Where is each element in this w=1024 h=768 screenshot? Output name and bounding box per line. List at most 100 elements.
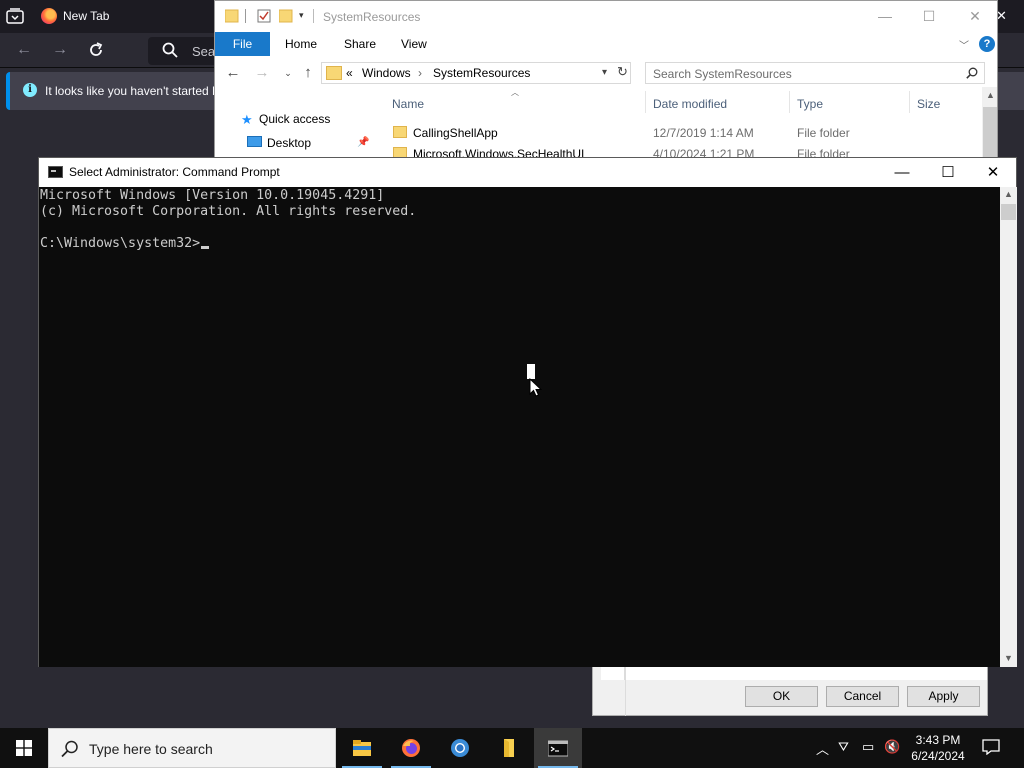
address-bar[interactable]: « Windows › SystemResources ▾ <box>321 62 631 84</box>
start-button[interactable] <box>0 728 48 768</box>
close-button[interactable]: ✕ <box>965 8 985 24</box>
properties-icon[interactable] <box>257 9 271 23</box>
console-prompt-line: C:\Windows\system32> <box>40 236 210 252</box>
close-button[interactable]: ✕ <box>970 162 1016 184</box>
address-dropdown-icon[interactable]: ▾ <box>602 67 607 78</box>
search-icon <box>162 42 178 58</box>
taskbar-command-prompt[interactable] <box>534 728 582 768</box>
customize-toolbar-icon[interactable]: ▾ <box>299 10 304 21</box>
tab-new-tab[interactable]: New Tab <box>33 0 223 33</box>
command-prompt-window: Select Administrator: Command Prompt — ☐… <box>38 157 1017 667</box>
firefox-icon <box>402 739 420 757</box>
breadcrumb-separator-icon: › <box>418 66 422 80</box>
breadcrumb-windows[interactable]: Windows <box>362 66 411 80</box>
chrome-icon <box>451 739 469 757</box>
window-title: Select Administrator: Command Prompt <box>69 165 280 179</box>
console-line: (c) Microsoft Corporation. All rights re… <box>40 204 417 219</box>
tab-file[interactable]: File <box>215 32 270 56</box>
properties-dialog: OK Cancel Apply <box>592 660 988 716</box>
star-icon: ★ <box>241 112 253 127</box>
clock[interactable]: 3:43 PM 6/24/2024 <box>900 732 976 764</box>
list-item[interactable]: CallingShellApp 12/7/2019 1:14 AM File f… <box>385 123 985 143</box>
folder-icon <box>225 9 239 23</box>
folder-icon <box>326 66 342 80</box>
firefox-url-bar[interactable]: Sea <box>148 37 218 65</box>
network-icon[interactable]: ⛛ <box>838 739 849 755</box>
scroll-down-icon[interactable]: ▼ <box>1004 653 1013 663</box>
file-explorer-icon <box>353 740 371 756</box>
show-hidden-icons-icon[interactable]: ︿ <box>816 739 829 758</box>
search-input[interactable]: Type here to search <box>89 741 213 757</box>
item-type: File folder <box>797 126 850 140</box>
device-icon[interactable]: ▭ <box>862 739 874 755</box>
help-icon[interactable]: ? <box>979 36 995 52</box>
recent-locations-icon[interactable]: ⌄ <box>279 64 297 82</box>
command-prompt-icon <box>548 740 568 757</box>
clock-date: 6/24/2024 <box>911 749 965 763</box>
clock-time: 3:43 PM <box>915 733 961 747</box>
apply-button[interactable]: Apply <box>907 686 980 707</box>
folder-icon <box>393 126 407 138</box>
notification-bar: i It looks like you haven't started F <box>6 72 219 110</box>
refresh-icon[interactable]: ↻ <box>617 64 628 80</box>
reload-icon[interactable] <box>86 41 106 59</box>
minimize-button[interactable]: — <box>879 162 925 184</box>
taskbar-file-explorer[interactable] <box>338 728 386 768</box>
navigation-pane: ★ Quick access Desktop 📌 <box>215 101 375 159</box>
volume-muted-icon[interactable]: 🔇 <box>884 739 900 755</box>
taskbar-sticky-folder[interactable] <box>485 728 533 768</box>
forward-icon[interactable]: → <box>253 64 271 82</box>
expand-ribbon-icon[interactable]: ﹀ <box>959 37 969 52</box>
console-prompt: C:\Windows\system32> <box>40 236 201 251</box>
taskbar-chrome[interactable] <box>436 728 484 768</box>
nav-desktop[interactable]: Desktop <box>267 136 311 150</box>
scrollbar-thumb[interactable] <box>1001 204 1016 220</box>
folder-icon <box>504 739 514 757</box>
taskbar-search-box[interactable]: Type here to search <box>48 728 336 768</box>
breadcrumb-systemresources[interactable]: SystemResources <box>433 66 530 80</box>
up-icon[interactable]: ↑ <box>299 64 317 82</box>
address-overflow[interactable]: « <box>346 66 353 80</box>
ribbon-tabs: File Home Share View ﹀ ? <box>215 32 997 56</box>
back-icon[interactable]: ← <box>14 41 34 59</box>
column-type[interactable]: Type <box>797 97 823 111</box>
scrollbar-thumb[interactable] <box>983 107 997 159</box>
file-explorer-window: ▾ SystemResources — ☐ ✕ File Home Share … <box>214 0 998 160</box>
info-icon: i <box>23 83 37 97</box>
ok-button[interactable]: OK <box>745 686 818 707</box>
new-folder-icon[interactable] <box>279 9 293 23</box>
mouse-pointer-icon <box>529 378 543 397</box>
search-box[interactable]: Search SystemResources <box>645 62 985 84</box>
list-tabs-icon[interactable] <box>6 8 24 24</box>
cmd-scrollbar[interactable]: ▲ ▼ <box>1000 187 1017 667</box>
url-input: Sea <box>192 44 216 59</box>
firefox-icon <box>41 8 57 24</box>
back-icon[interactable]: ← <box>224 64 242 82</box>
tab-home[interactable]: Home <box>285 37 317 51</box>
maximize-button[interactable]: ☐ <box>925 162 971 184</box>
tab-title: New Tab <box>63 9 110 23</box>
maximize-button[interactable]: ☐ <box>919 8 939 24</box>
forward-icon[interactable]: → <box>50 41 70 59</box>
minimize-button[interactable]: — <box>875 8 895 24</box>
pin-icon[interactable]: 📌 <box>357 137 369 148</box>
column-name[interactable]: Name <box>392 97 424 111</box>
scroll-up-icon[interactable]: ▲ <box>1004 189 1013 199</box>
search-input[interactable]: Search SystemResources <box>653 67 792 81</box>
item-name: CallingShellApp <box>413 126 498 140</box>
column-size[interactable]: Size <box>917 97 940 111</box>
tab-share[interactable]: Share <box>344 37 376 51</box>
explorer-scrollbar[interactable]: ▲ <box>982 87 997 159</box>
notifications-icon[interactable] <box>982 739 1000 755</box>
search-icon <box>966 67 978 79</box>
cmd-title-bar[interactable]: Select Administrator: Command Prompt — ☐… <box>39 158 1016 187</box>
column-date-modified[interactable]: Date modified <box>653 97 727 111</box>
address-row: ← → ⌄ ↑ « Windows › SystemResources ▾ ↻ … <box>215 59 997 87</box>
cancel-button[interactable]: Cancel <box>826 686 899 707</box>
scroll-up-icon[interactable]: ▲ <box>986 90 995 100</box>
nav-quick-access[interactable]: Quick access <box>259 112 330 126</box>
console-output[interactable]: Microsoft Windows [Version 10.0.19045.42… <box>39 187 1000 667</box>
taskbar-firefox[interactable] <box>387 728 435 768</box>
desktop-icon <box>247 136 262 147</box>
tab-view[interactable]: View <box>401 37 427 51</box>
